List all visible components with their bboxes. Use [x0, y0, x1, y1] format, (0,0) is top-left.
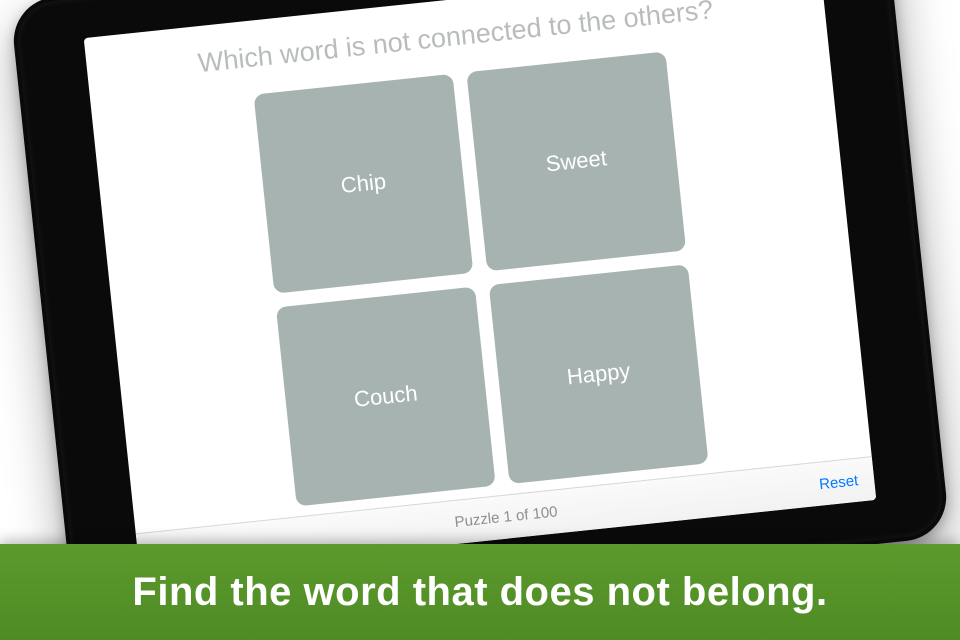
answer-tile[interactable]: Chip — [253, 73, 473, 293]
answer-tile[interactable]: Happy — [489, 264, 709, 484]
promo-caption: Find the word that does not belong. — [0, 544, 960, 640]
answer-tile[interactable]: Couch — [276, 286, 496, 506]
promo-stage: 8.0 MEGAPIXEL 3.0 FRONT Which word is no… — [0, 0, 960, 640]
tablet-bezel: 8.0 MEGAPIXEL 3.0 FRONT Which word is no… — [9, 0, 950, 628]
tablet-device: 8.0 MEGAPIXEL 3.0 FRONT Which word is no… — [9, 0, 950, 628]
app-screen: Which word is not connected to the other… — [84, 0, 877, 577]
answer-tile[interactable]: Sweet — [466, 51, 686, 271]
reset-button[interactable]: Reset — [818, 471, 859, 492]
answer-grid: Chip Sweet Couch Happy — [89, 13, 871, 533]
puzzle-progress: Puzzle 1 of 100 — [454, 503, 559, 531]
